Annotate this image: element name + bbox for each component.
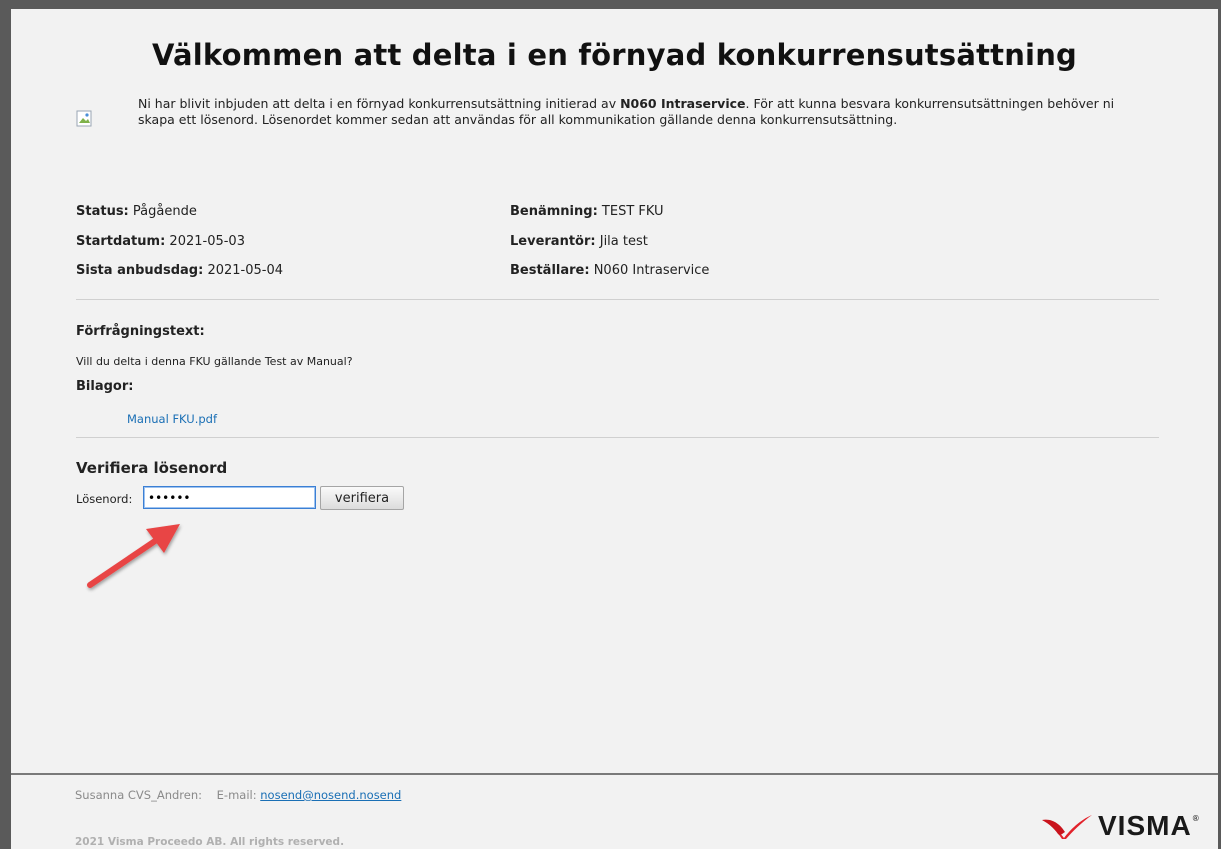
divider [76, 437, 1159, 438]
intro-organization: N060 Intraservice [620, 96, 746, 111]
attachments-heading: Bilagor: [76, 379, 134, 394]
status-value: Pågående [132, 204, 197, 219]
visma-logo-registered: ® [1191, 814, 1200, 823]
window-frame-left [0, 0, 11, 849]
start-date-row: Startdatum: 2021-05-03 [76, 234, 245, 249]
attachment-link[interactable]: Manual FKU.pdf [127, 412, 217, 426]
orderer-row: Beställare: N060 Intraservice [510, 263, 710, 278]
annotation-arrow-icon [87, 524, 180, 588]
visma-swoosh-icon [1042, 815, 1092, 839]
footer-email-link[interactable]: nosend@nosend.nosend [260, 788, 401, 802]
footer-contact: Susanna CVS_Andren: E-mail: nosend@nosen… [75, 788, 402, 802]
name-value: TEST FKU [601, 204, 664, 219]
last-bid-date-row: Sista anbudsdag: 2021-05-04 [76, 263, 283, 278]
verify-button[interactable]: verifiera [320, 486, 404, 510]
visma-logo: VISMA ® [1040, 808, 1200, 844]
last-bid-date-value: 2021-05-04 [207, 263, 283, 278]
visma-logo-text: VISMA [1098, 810, 1192, 841]
start-date-value: 2021-05-03 [169, 234, 245, 249]
name-row: Benämning: TEST FKU [510, 204, 664, 219]
window-frame-top [0, 0, 1221, 9]
status-row: Status: Pågående [76, 204, 197, 219]
orderer-value: N060 Intraservice [593, 263, 710, 278]
page-title: Välkommen att delta i en förnyad konkurr… [151, 38, 1078, 72]
password-input[interactable] [143, 486, 316, 509]
request-heading: Förfrågningstext: [76, 324, 205, 339]
request-text: Vill du delta i denna FKU gällande Test … [76, 355, 353, 368]
password-label: Lösenord: [76, 492, 133, 506]
divider [76, 299, 1159, 300]
intro-text: Ni har blivit inbjuden att delta i en fö… [138, 96, 1115, 127]
footer-copyright: 2021 Visma Proceedo AB. All rights reser… [75, 836, 345, 848]
supplier-row: Leverantör: Jila test [510, 234, 648, 249]
verify-password-heading: Verifiera lösenord [76, 459, 228, 477]
broken-image-icon [76, 110, 96, 128]
supplier-value: Jila test [599, 234, 648, 249]
